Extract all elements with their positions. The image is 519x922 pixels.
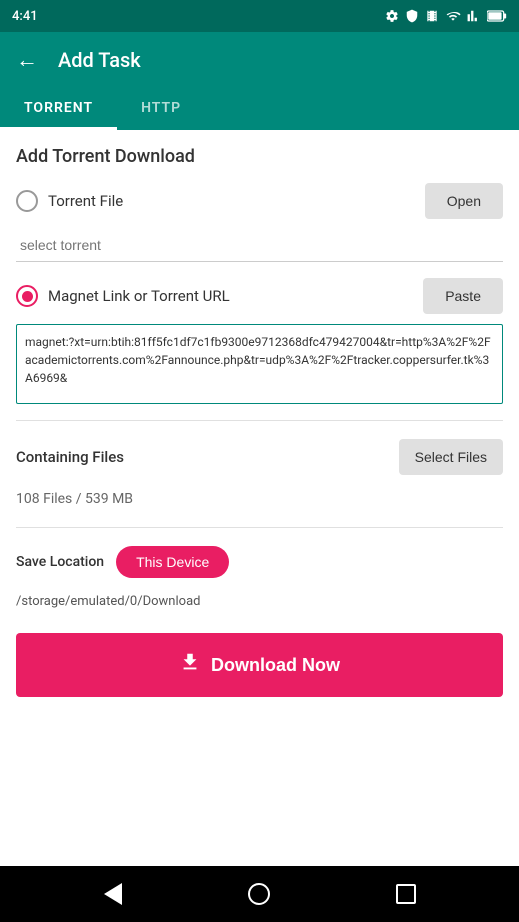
magnet-option[interactable]: Magnet Link or Torrent URL <box>16 285 230 307</box>
nav-home-button[interactable] <box>239 874 279 914</box>
app-bar: ← Add Task <box>0 32 519 88</box>
magnet-option-row: Magnet Link or Torrent URL Paste <box>16 278 503 314</box>
wifi-icon <box>445 9 461 23</box>
media-icon <box>425 9 439 23</box>
save-location-label: Save Location <box>16 554 104 570</box>
open-button[interactable]: Open <box>425 183 503 219</box>
tab-http[interactable]: HTTP <box>117 88 205 128</box>
download-now-button[interactable]: Download Now <box>16 633 503 697</box>
download-now-label: Download Now <box>211 655 340 676</box>
back-button[interactable]: ← <box>16 47 38 73</box>
magnet-radio[interactable] <box>16 285 38 307</box>
magnet-radio-inner <box>22 291 33 302</box>
divider-2 <box>16 527 503 528</box>
save-location-row: Save Location This Device <box>16 536 503 588</box>
bottom-nav <box>0 866 519 922</box>
main-content: Add Torrent Download Torrent File Open M… <box>0 130 519 866</box>
select-files-button[interactable]: Select Files <box>399 439 503 475</box>
torrent-file-row: Torrent File Open <box>16 183 503 219</box>
containing-files-row: Containing Files Select Files <box>16 429 503 485</box>
nav-recents-icon <box>396 884 416 904</box>
section-title: Add Torrent Download <box>16 146 503 167</box>
containing-files-label: Containing Files <box>16 448 124 466</box>
signal-icon <box>467 9 481 23</box>
torrent-file-radio[interactable] <box>16 190 38 212</box>
settings-icon <box>385 9 399 23</box>
tabs-container: TORRENT HTTP <box>0 88 519 130</box>
shield-icon <box>405 9 419 23</box>
this-device-button[interactable]: This Device <box>116 546 229 578</box>
nav-back-icon <box>104 883 122 905</box>
battery-icon <box>487 10 507 22</box>
status-time: 4:41 <box>12 9 38 24</box>
magnet-url-display: magnet:?xt=urn:btih:81ff5fc1df7c1fb9300e… <box>16 324 503 404</box>
download-svg <box>179 651 201 673</box>
storage-path: /storage/emulated/0/Download <box>16 588 503 625</box>
nav-recents-button[interactable] <box>386 874 426 914</box>
status-icons <box>385 9 507 23</box>
magnet-label: Magnet Link or Torrent URL <box>48 287 230 305</box>
status-bar: 4:41 <box>0 0 519 32</box>
app-bar-title: Add Task <box>58 48 141 72</box>
select-torrent-input[interactable] <box>16 229 503 262</box>
torrent-file-option[interactable]: Torrent File <box>16 190 123 212</box>
files-info: 108 Files / 539 MB <box>16 485 503 519</box>
nav-back-button[interactable] <box>93 874 133 914</box>
download-icon <box>179 651 201 679</box>
tab-torrent[interactable]: TORRENT <box>0 88 117 128</box>
divider-1 <box>16 420 503 421</box>
paste-button[interactable]: Paste <box>423 278 503 314</box>
nav-home-icon <box>248 883 270 905</box>
torrent-file-label: Torrent File <box>48 192 123 210</box>
